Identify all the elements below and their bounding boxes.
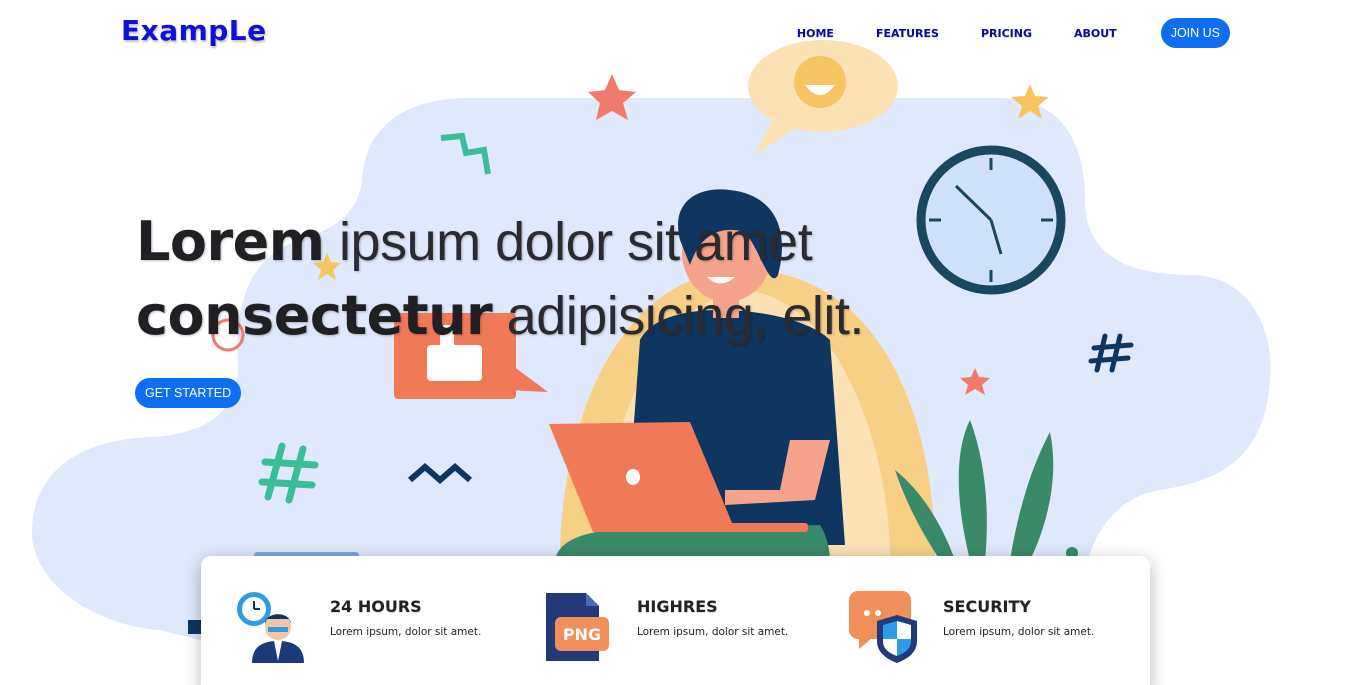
hero-heading-light-1: ipsum dolor sit amet xyxy=(324,212,813,272)
hero-heading-bold-1: Lorem xyxy=(136,210,325,273)
join-us-button[interactable]: JOIN US xyxy=(1160,18,1230,48)
support-agent-icon xyxy=(237,592,304,663)
feature-title: SECURITY xyxy=(943,597,1031,616)
png-file-icon: PNG xyxy=(546,593,609,661)
security-shield-icon xyxy=(849,591,917,663)
clock-illustration xyxy=(916,145,1066,295)
nav-about-link[interactable]: ABOUT xyxy=(1074,27,1117,40)
hero-heading-light-2: adipisicing, elit. xyxy=(492,286,865,346)
nav-home-link[interactable]: HOME xyxy=(797,27,834,40)
get-started-button[interactable]: GET STARTED xyxy=(135,378,242,408)
brand-logo[interactable]: ExampLe xyxy=(121,14,267,47)
feature-description: Lorem ipsum, dolor sit amet. xyxy=(943,626,1095,638)
hero-heading: Lorem ipsum dolor sit amet consectetur a… xyxy=(136,205,864,353)
feature-title: 24 HOURS xyxy=(330,597,422,616)
nav-pricing-link[interactable]: PRICING xyxy=(981,27,1032,40)
feature-description: Lorem ipsum, dolor sit amet. xyxy=(637,626,789,638)
hero-heading-bold-2: consectetur xyxy=(136,284,493,347)
top-nav: HOME FEATURES PRICING ABOUT JOIN US xyxy=(797,18,1230,48)
png-file-icon-text: PNG xyxy=(563,625,601,644)
features-card: 24 HOURS Lorem ipsum, dolor sit amet. PN… xyxy=(201,556,1150,685)
feature-title: HIGHRES xyxy=(637,597,718,616)
nav-features-link[interactable]: FEATURES xyxy=(876,27,939,40)
feature-description: Lorem ipsum, dolor sit amet. xyxy=(330,626,482,638)
